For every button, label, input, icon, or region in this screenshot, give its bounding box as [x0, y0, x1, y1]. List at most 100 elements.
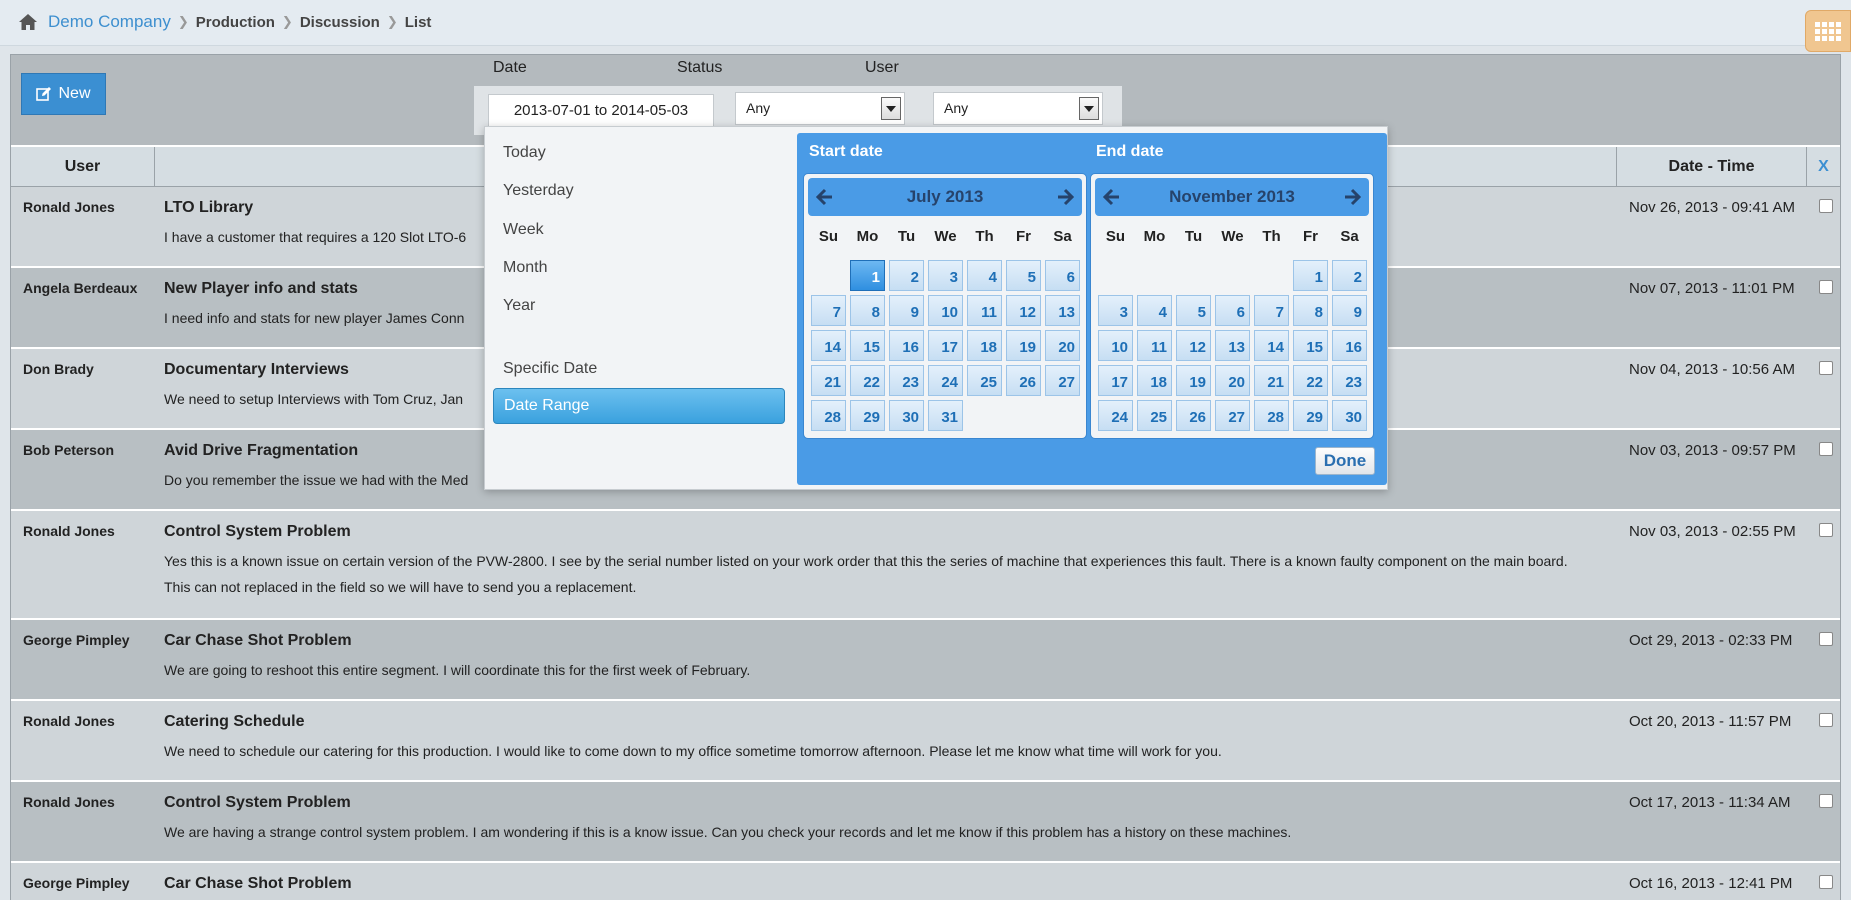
calendar-day[interactable]: 1	[850, 260, 885, 291]
row-title[interactable]: Control System Problem	[164, 794, 351, 812]
row-checkbox[interactable]	[1819, 632, 1833, 646]
calendar-day[interactable]: 9	[1332, 295, 1367, 326]
calendar-day[interactable]: 1	[1293, 260, 1328, 291]
table-row[interactable]: George Pimpley Car Chase Shot Problem We…	[11, 620, 1840, 701]
chevron-down-icon[interactable]	[1079, 97, 1099, 120]
row-checkbox[interactable]	[1819, 523, 1833, 537]
calendar-day[interactable]: 24	[1098, 400, 1133, 431]
user-select[interactable]: Any	[933, 92, 1103, 125]
table-row[interactable]: Ronald Jones Catering Schedule We need t…	[11, 701, 1840, 782]
calendar-day[interactable]: 20	[1045, 330, 1080, 361]
calendar-day[interactable]: 27	[1045, 365, 1080, 396]
calendar-day[interactable]: 28	[811, 400, 846, 431]
calendar-day[interactable]: 10	[928, 295, 963, 326]
apps-grid-button[interactable]	[1805, 10, 1851, 52]
preset-date-range[interactable]: Date Range	[493, 388, 785, 424]
calendar-day[interactable]: 6	[1215, 295, 1250, 326]
calendar-day[interactable]: 3	[928, 260, 963, 291]
calendar-day[interactable]: 25	[1137, 400, 1172, 431]
calendar-day[interactable]: 16	[889, 330, 924, 361]
calendar-day[interactable]: 12	[1006, 295, 1041, 326]
row-title[interactable]: Catering Schedule	[164, 713, 304, 731]
calendar-day[interactable]: 23	[1332, 365, 1367, 396]
column-header-user[interactable]: User	[11, 147, 155, 187]
preset-week[interactable]: Week	[493, 212, 785, 248]
new-button[interactable]: New	[21, 73, 106, 115]
row-checkbox[interactable]	[1819, 442, 1833, 456]
home-icon[interactable]	[18, 12, 38, 32]
calendar-day[interactable]: 25	[967, 365, 1002, 396]
preset-yesterday[interactable]: Yesterday	[493, 173, 785, 209]
calendar-day[interactable]: 14	[1254, 330, 1289, 361]
calendar-day[interactable]: 22	[850, 365, 885, 396]
calendar-day[interactable]: 29	[1293, 400, 1328, 431]
arrow-left-icon[interactable]	[1103, 188, 1121, 206]
calendar-day[interactable]: 7	[1254, 295, 1289, 326]
calendar-day[interactable]: 6	[1045, 260, 1080, 291]
calendar-day[interactable]: 13	[1215, 330, 1250, 361]
date-range-input[interactable]: 2013-07-01 to 2014-05-03	[488, 94, 714, 127]
calendar-day[interactable]: 18	[967, 330, 1002, 361]
calendar-day[interactable]: 30	[1332, 400, 1367, 431]
calendar-day[interactable]: 14	[811, 330, 846, 361]
row-checkbox[interactable]	[1819, 280, 1833, 294]
row-title[interactable]: LTO Library	[164, 199, 253, 217]
row-checkbox[interactable]	[1819, 199, 1833, 213]
calendar-day[interactable]: 19	[1176, 365, 1211, 396]
calendar-day[interactable]: 20	[1215, 365, 1250, 396]
preset-year[interactable]: Year	[493, 288, 785, 324]
calendar-day[interactable]: 22	[1293, 365, 1328, 396]
calendar-day[interactable]: 11	[967, 295, 1002, 326]
table-row[interactable]: Ronald Jones Control System Problem We a…	[11, 782, 1840, 863]
row-title[interactable]: Documentary Interviews	[164, 361, 349, 379]
calendar-day[interactable]: 9	[889, 295, 924, 326]
calendar-day[interactable]: 21	[811, 365, 846, 396]
calendar-day[interactable]: 15	[1293, 330, 1328, 361]
calendar-day[interactable]: 8	[850, 295, 885, 326]
calendar-day[interactable]: 11	[1137, 330, 1172, 361]
calendar-day[interactable]: 13	[1045, 295, 1080, 326]
calendar-day[interactable]: 30	[889, 400, 924, 431]
row-checkbox[interactable]	[1819, 794, 1833, 808]
calendar-day[interactable]: 23	[889, 365, 924, 396]
row-title[interactable]: Control System Problem	[164, 523, 351, 541]
row-checkbox[interactable]	[1819, 875, 1833, 889]
row-title[interactable]: New Player info and stats	[164, 280, 358, 298]
table-row[interactable]: George Pimpley Car Chase Shot Problem Oc…	[11, 863, 1840, 900]
row-checkbox[interactable]	[1819, 713, 1833, 727]
calendar-day[interactable]: 2	[1332, 260, 1367, 291]
chevron-down-icon[interactable]	[881, 97, 901, 120]
calendar-day[interactable]: 16	[1332, 330, 1367, 361]
calendar-day[interactable]: 4	[967, 260, 1002, 291]
row-checkbox[interactable]	[1819, 361, 1833, 375]
breadcrumb-production[interactable]: Production	[196, 14, 275, 31]
calendar-day[interactable]: 19	[1006, 330, 1041, 361]
calendar-day[interactable]: 29	[850, 400, 885, 431]
clear-selection-button[interactable]: X	[1807, 147, 1840, 187]
calendar-day[interactable]: 21	[1254, 365, 1289, 396]
column-header-date-time[interactable]: Date - Time	[1617, 147, 1807, 187]
calendar-day[interactable]: 5	[1006, 260, 1041, 291]
calendar-day[interactable]: 5	[1176, 295, 1211, 326]
calendar-day[interactable]: 26	[1006, 365, 1041, 396]
calendar-day[interactable]: 31	[928, 400, 963, 431]
calendar-day[interactable]: 10	[1098, 330, 1133, 361]
table-row[interactable]: Ronald Jones Control System Problem Yes …	[11, 511, 1840, 620]
calendar-day[interactable]: 17	[928, 330, 963, 361]
calendar-day[interactable]: 18	[1137, 365, 1172, 396]
calendar-day[interactable]: 12	[1176, 330, 1211, 361]
calendar-day[interactable]: 2	[889, 260, 924, 291]
row-title[interactable]: Car Chase Shot Problem	[164, 632, 352, 650]
arrow-right-icon[interactable]	[1343, 188, 1361, 206]
preset-today[interactable]: Today	[493, 135, 785, 171]
calendar-day[interactable]: 17	[1098, 365, 1133, 396]
calendar-day[interactable]: 28	[1254, 400, 1289, 431]
calendar-day[interactable]: 3	[1098, 295, 1133, 326]
calendar-day[interactable]: 4	[1137, 295, 1172, 326]
preset-month[interactable]: Month	[493, 250, 785, 286]
arrow-left-icon[interactable]	[816, 188, 834, 206]
breadcrumb-company[interactable]: Demo Company	[48, 12, 171, 32]
calendar-day[interactable]: 8	[1293, 295, 1328, 326]
preset-specific-date[interactable]: Specific Date	[493, 351, 785, 387]
breadcrumb-discussion[interactable]: Discussion	[300, 14, 380, 31]
